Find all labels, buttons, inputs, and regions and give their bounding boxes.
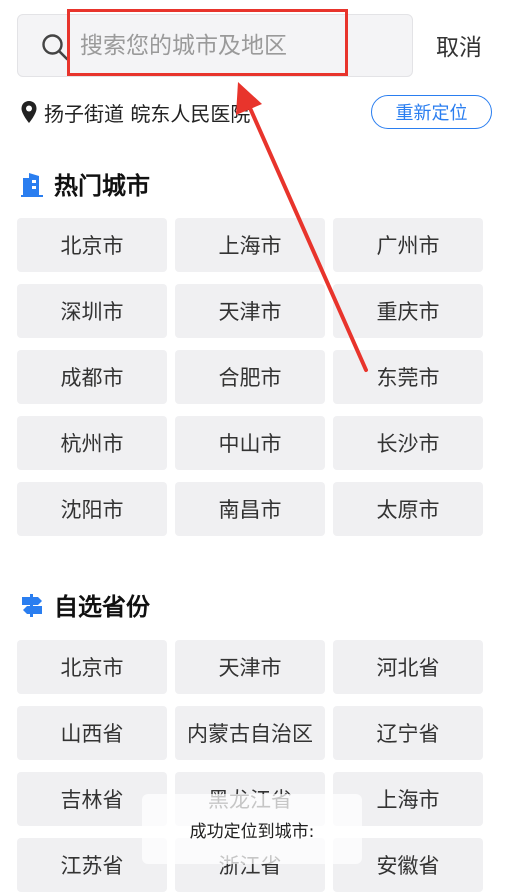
hot-city-item[interactable]: 广州市	[333, 218, 483, 272]
hot-city-item[interactable]: 上海市	[175, 218, 325, 272]
hot-city-item[interactable]: 北京市	[17, 218, 167, 272]
location-pin-icon	[21, 101, 37, 123]
hot-city-item[interactable]: 成都市	[17, 350, 167, 404]
relocate-button[interactable]: 重新定位	[371, 95, 492, 129]
province-item[interactable]: 内蒙古自治区	[175, 706, 325, 760]
hot-city-item[interactable]: 重庆市	[333, 284, 483, 338]
hot-cities-grid: 北京市 上海市 广州市深圳市 天津市 重庆市成都市 合肥市 东莞市杭州市 中山市 长沙市沈阳市南…	[17, 218, 483, 536]
hot-city-item[interactable]: 杭州市	[17, 416, 167, 470]
hot-city-item[interactable]: 太原市	[333, 482, 483, 536]
hot-city-item[interactable]: 东莞市	[333, 350, 483, 404]
hot-city-item[interactable]: 沈阳市	[17, 482, 167, 536]
province-item[interactable]: 天津市	[175, 640, 325, 694]
province-item[interactable]: 北京市	[17, 640, 167, 694]
hot-city-item[interactable]: 中山市	[175, 416, 325, 470]
location-text: 扬子街道 皖东人民医院	[44, 101, 251, 126]
provinces-header: 自选省份	[18, 587, 150, 622]
province-item[interactable]: 山西省	[17, 706, 167, 760]
signpost-icon	[22, 593, 42, 617]
hot-city-item[interactable]: 合肥市	[175, 350, 325, 404]
search-icon	[42, 34, 69, 61]
search-input[interactable]	[80, 15, 400, 76]
hot-city-item[interactable]: 天津市	[175, 284, 325, 338]
cancel-button[interactable]: 取消	[436, 28, 482, 62]
province-item[interactable]: 河北省	[333, 640, 483, 694]
hot-city-item[interactable]: 南昌市	[175, 482, 325, 536]
provinces-title: 自选省份	[54, 593, 150, 621]
hot-cities-header: 热门城市	[18, 166, 150, 201]
location-toast: 成功定位到城市:	[142, 794, 362, 864]
building-icon	[21, 172, 43, 197]
search-box[interactable]	[17, 14, 413, 77]
province-item[interactable]: 辽宁省	[333, 706, 483, 760]
hot-city-item[interactable]: 长沙市	[333, 416, 483, 470]
current-location: 扬子街道 皖东人民医院	[20, 96, 250, 128]
hot-city-item[interactable]: 深圳市	[17, 284, 167, 338]
hot-cities-title: 热门城市	[54, 172, 150, 200]
